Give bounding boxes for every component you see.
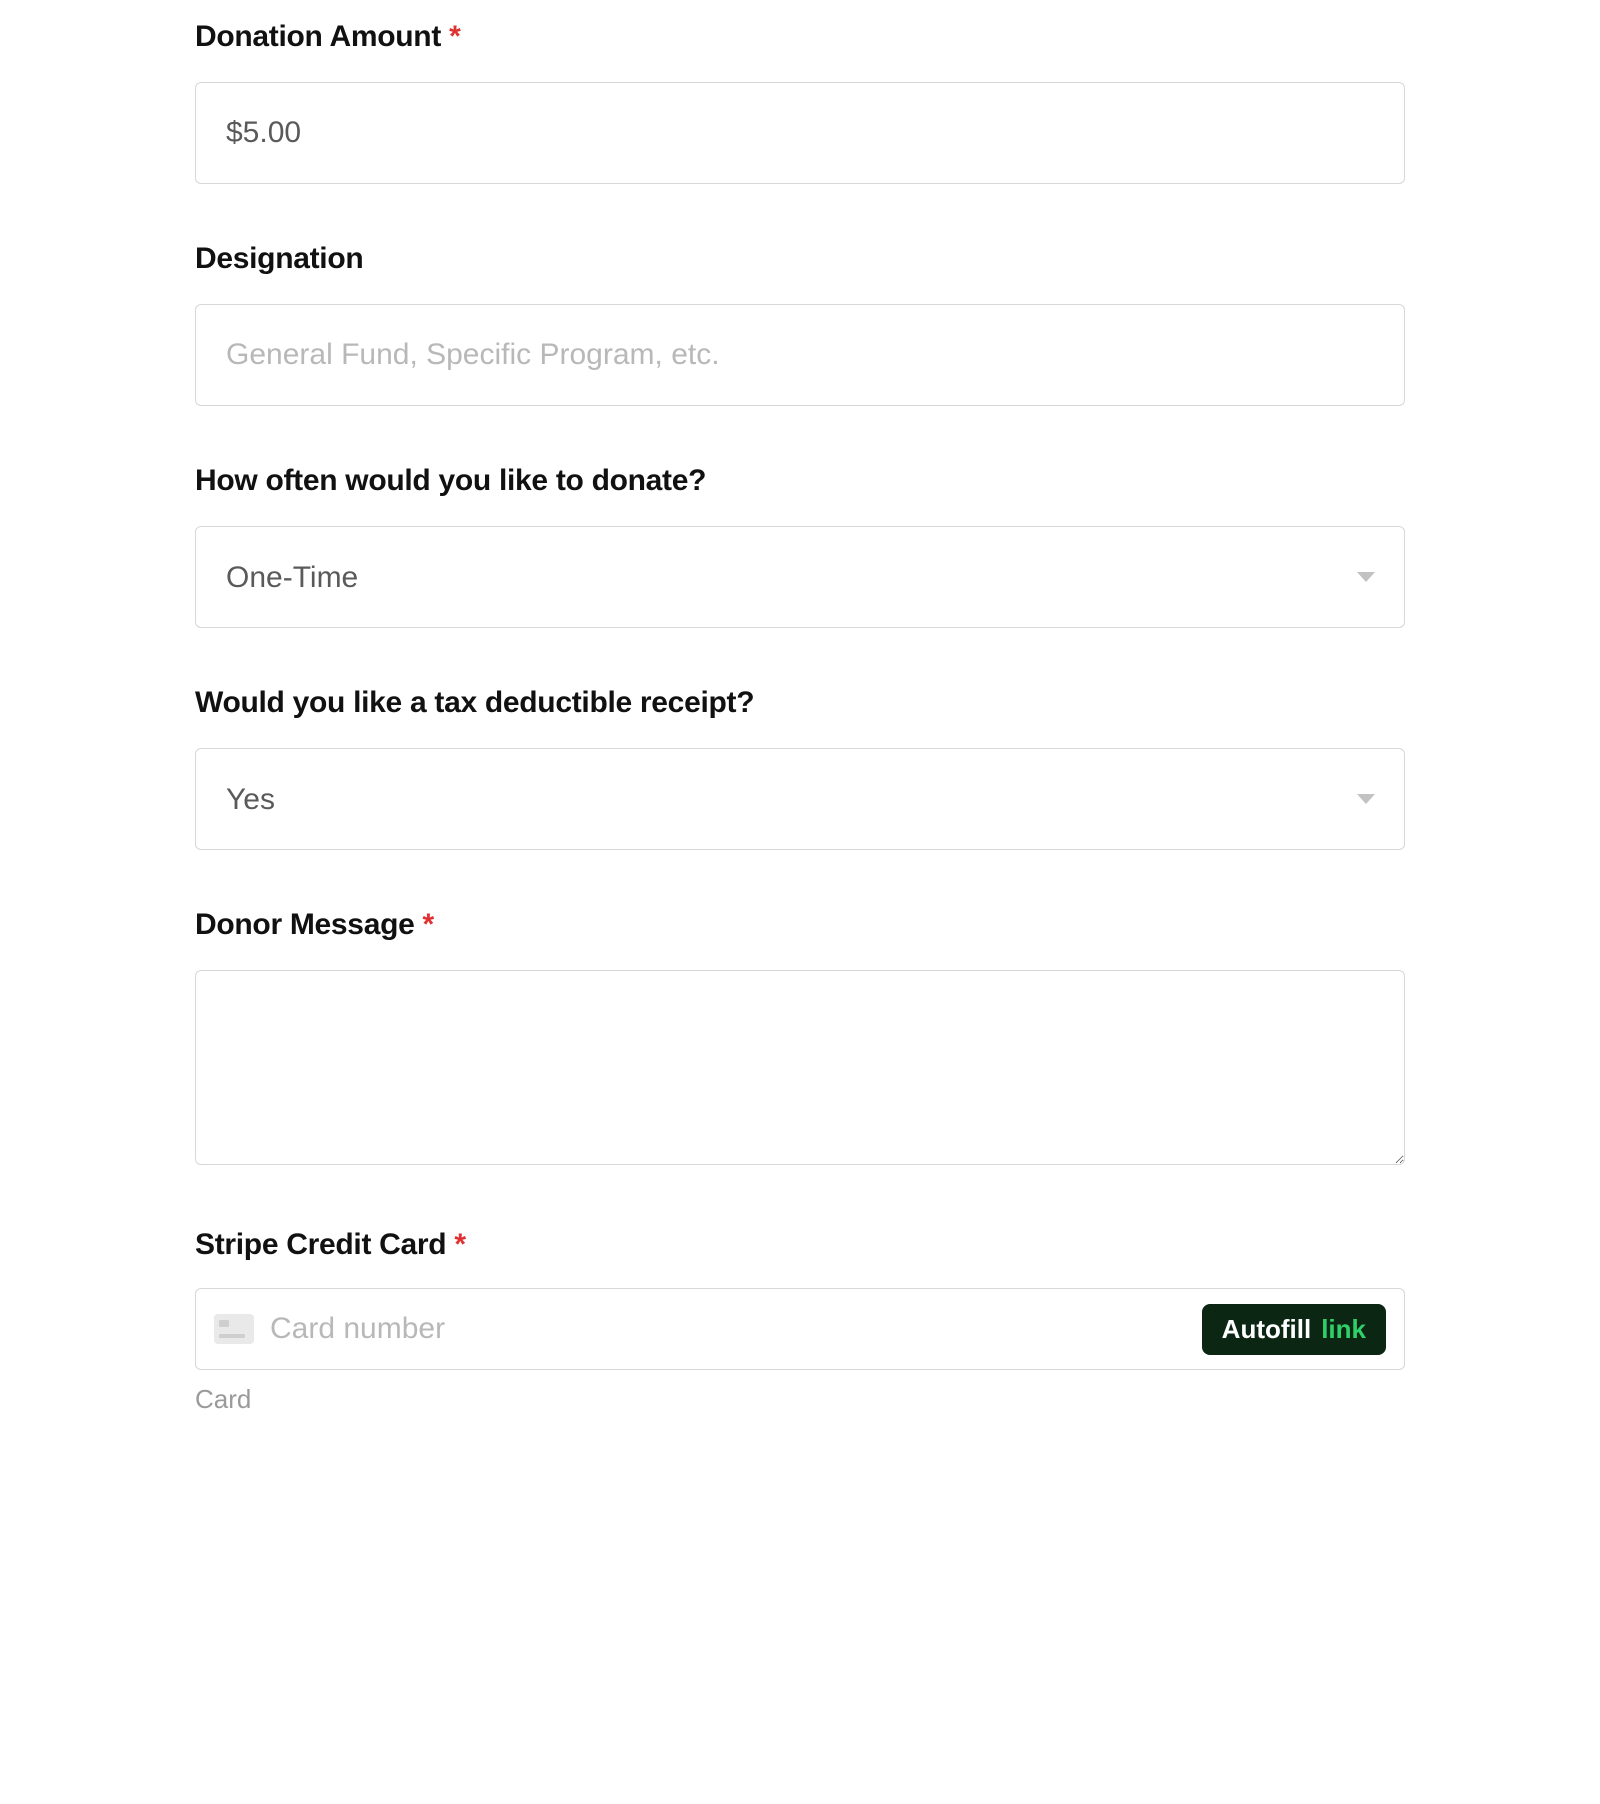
stripe-card-label-text: Stripe Credit Card: [195, 1228, 446, 1261]
tax-receipt-select-wrapper: Yes: [195, 748, 1405, 850]
donation-amount-input[interactable]: [195, 82, 1405, 184]
tax-receipt-label-text: Would you like a tax deductible receipt?: [195, 686, 754, 719]
required-asterisk: *: [449, 20, 460, 53]
donation-amount-label-text: Donation Amount: [195, 20, 441, 53]
stripe-card-label: Stripe Credit Card *: [195, 1228, 1405, 1262]
card-number-placeholder: Card number: [270, 1312, 1186, 1346]
donor-message-textarea[interactable]: [195, 970, 1405, 1165]
stripe-card-group: Stripe Credit Card * Card number Autofil…: [195, 1228, 1405, 1415]
tax-receipt-label: Would you like a tax deductible receipt?: [195, 686, 1405, 720]
designation-label-text: Designation: [195, 242, 363, 275]
donation-form: Donation Amount * Designation How often …: [85, 20, 1515, 1415]
required-asterisk: *: [454, 1228, 465, 1261]
designation-label: Designation: [195, 242, 1405, 276]
autofill-brand: link: [1321, 1314, 1366, 1345]
donor-message-label-text: Donor Message: [195, 908, 415, 941]
frequency-group: How often would you like to donate? One-…: [195, 464, 1405, 628]
donation-amount-group: Donation Amount *: [195, 20, 1405, 184]
frequency-select-wrapper: One-Time: [195, 526, 1405, 628]
card-helper-text: Card: [195, 1384, 1405, 1415]
autofill-label: Autofill: [1222, 1314, 1312, 1345]
tax-receipt-group: Would you like a tax deductible receipt?…: [195, 686, 1405, 850]
frequency-select[interactable]: One-Time: [195, 526, 1405, 628]
designation-group: Designation: [195, 242, 1405, 406]
donor-message-label: Donor Message *: [195, 908, 1405, 942]
required-asterisk: *: [423, 908, 434, 941]
tax-receipt-select[interactable]: Yes: [195, 748, 1405, 850]
card-input-wrapper[interactable]: Card number Autofill link: [195, 1288, 1405, 1370]
designation-input[interactable]: [195, 304, 1405, 406]
frequency-label: How often would you like to donate?: [195, 464, 1405, 498]
frequency-label-text: How often would you like to donate?: [195, 464, 706, 497]
credit-card-icon: [214, 1314, 254, 1344]
donation-amount-label: Donation Amount *: [195, 20, 1405, 54]
autofill-link-button[interactable]: Autofill link: [1202, 1304, 1386, 1355]
donor-message-group: Donor Message *: [195, 908, 1405, 1170]
